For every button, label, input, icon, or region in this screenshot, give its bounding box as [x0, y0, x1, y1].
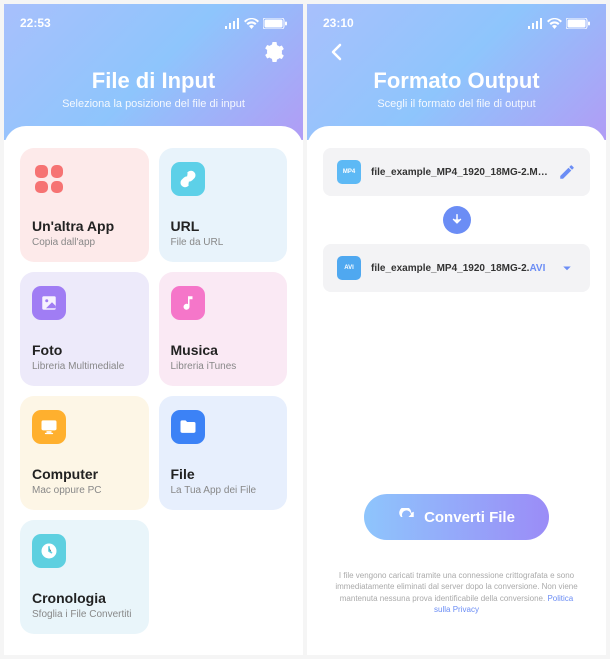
mp4-file-icon: MP4 [337, 160, 361, 184]
battery-icon [263, 18, 287, 29]
tile-title: Foto [32, 342, 137, 358]
refresh-icon [398, 508, 416, 526]
tile-sub: Libreria iTunes [171, 361, 276, 372]
tile-url[interactable]: URL File da URL [159, 148, 288, 262]
header: 22:53 File di Input Seleziona la posizio… [4, 4, 303, 140]
tile-another-app[interactable]: Un'altra App Copia dall'app [20, 148, 149, 262]
apps-icon [32, 162, 66, 196]
status-bar: 22:53 [4, 12, 303, 34]
content: MP4 file_example_MP4_1920_18MG-2.MP4 AVI… [307, 126, 606, 655]
chevron-down-icon[interactable] [558, 259, 576, 277]
music-icon [171, 286, 205, 320]
tile-title: File [171, 466, 276, 482]
content: Un'altra App Copia dall'app URL File da … [4, 126, 303, 655]
tile-sub: La Tua App dei File [171, 485, 276, 496]
status-time: 22:53 [20, 16, 51, 30]
convert-button[interactable]: Converti File [364, 494, 549, 540]
page-title: Formato Output [327, 68, 586, 94]
link-icon [171, 162, 205, 196]
tile-title: URL [171, 218, 276, 234]
tile-grid: Un'altra App Copia dall'app URL File da … [20, 148, 287, 634]
arrow-down-icon [443, 206, 471, 234]
tile-sub: Copia dall'app [32, 237, 137, 248]
status-bar: 23:10 [307, 12, 606, 34]
tile-music[interactable]: Musica Libreria iTunes [159, 272, 288, 386]
source-file-row[interactable]: MP4 file_example_MP4_1920_18MG-2.MP4 [323, 148, 590, 196]
tile-title: Computer [32, 466, 137, 482]
tile-computer[interactable]: Computer Mac oppure PC [20, 396, 149, 510]
screen-input-file: 22:53 File di Input Seleziona la posizio… [4, 4, 303, 655]
signal-icon [527, 18, 543, 29]
photo-icon [32, 286, 66, 320]
wifi-icon [244, 18, 259, 29]
back-icon[interactable] [325, 40, 349, 64]
header: 23:10 Formato Output Scegli il formato d… [307, 4, 606, 140]
top-bar [4, 34, 303, 68]
status-indicators [224, 18, 287, 29]
screen-output-format: 23:10 Formato Output Scegli il formato d… [307, 4, 606, 655]
tile-photo[interactable]: Foto Libreria Multimediale [20, 272, 149, 386]
page-title: File di Input [24, 68, 283, 94]
wifi-icon [547, 18, 562, 29]
status-indicators [527, 18, 590, 29]
avi-file-icon: AVI [337, 256, 361, 280]
tile-title: Un'altra App [32, 218, 137, 234]
signal-icon [224, 18, 240, 29]
battery-icon [566, 18, 590, 29]
settings-icon[interactable] [261, 40, 285, 64]
folder-icon [171, 410, 205, 444]
page-subtitle: Seleziona la posizione del file di input [24, 98, 283, 110]
source-file-name: file_example_MP4_1920_18MG-2.MP4 [371, 167, 548, 178]
tile-sub: Sfoglia i File Convertiti [32, 609, 137, 620]
tile-sub: Libreria Multimediale [32, 361, 137, 372]
status-time: 23:10 [323, 16, 354, 30]
tile-sub: Mac oppure PC [32, 485, 137, 496]
page-subtitle: Scegli il formato del file di output [327, 98, 586, 110]
footer-disclaimer: I file vengono caricati tramite una conn… [323, 570, 590, 633]
target-file-row[interactable]: AVI file_example_MP4_1920_18MG-2.AVI [323, 244, 590, 292]
clock-icon [32, 534, 66, 568]
top-bar [307, 34, 606, 68]
edit-icon[interactable] [558, 163, 576, 181]
tile-file[interactable]: File La Tua App dei File [159, 396, 288, 510]
computer-icon [32, 410, 66, 444]
tile-history[interactable]: Cronologia Sfoglia i File Convertiti [20, 520, 149, 634]
tile-title: Musica [171, 342, 276, 358]
tile-sub: File da URL [171, 237, 276, 248]
target-file-name: file_example_MP4_1920_18MG-2.AVI [371, 263, 548, 274]
convert-label: Converti File [424, 509, 515, 526]
tile-title: Cronologia [32, 590, 137, 606]
